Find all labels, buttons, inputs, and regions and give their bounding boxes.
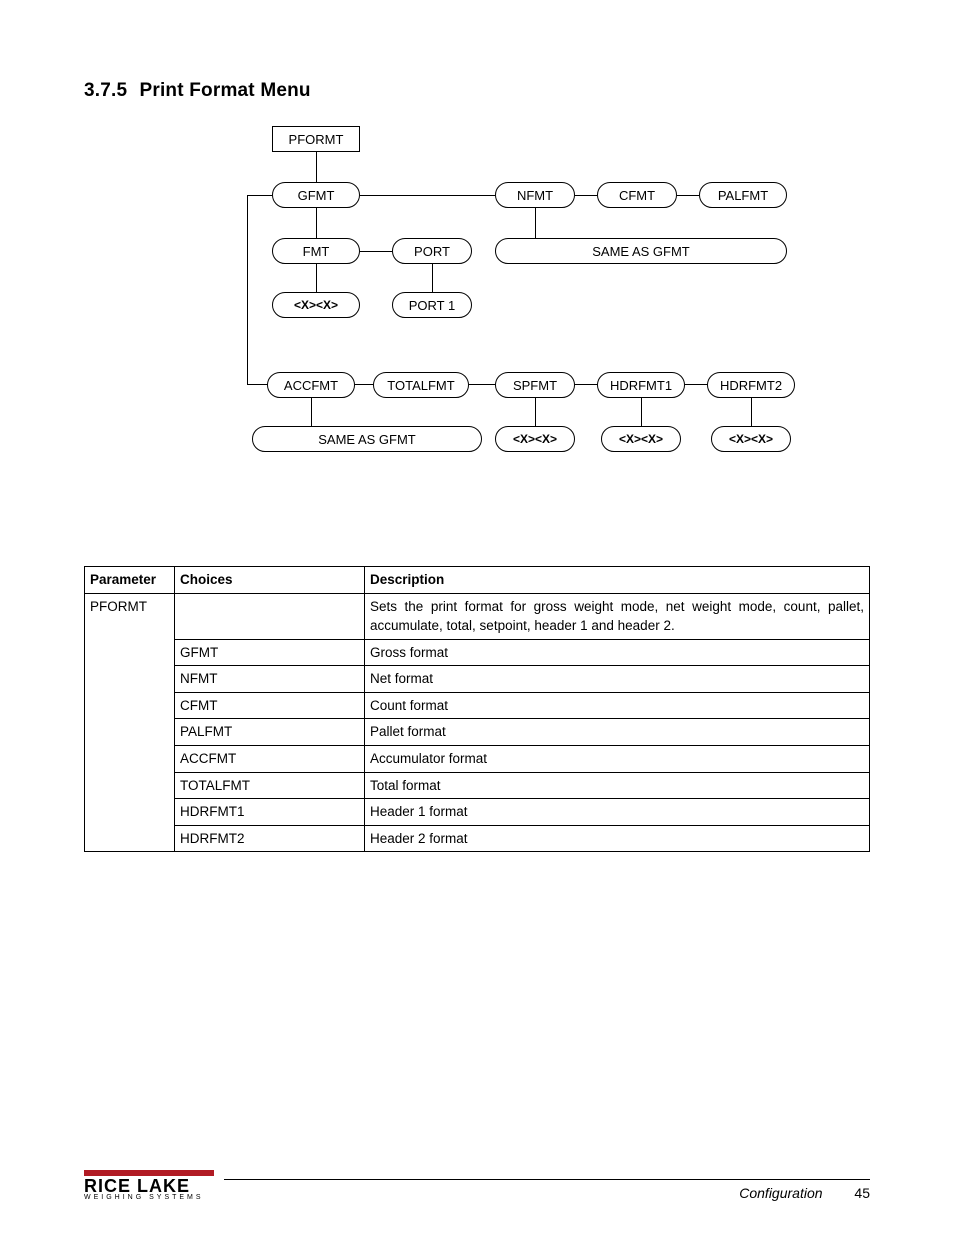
parameter-table: Parameter Choices Description PFORMT Set…: [84, 566, 870, 852]
cell-choices: PALFMT: [175, 719, 365, 746]
node-label: <X><X>: [513, 432, 557, 446]
cell-choices: NFMT: [175, 666, 365, 693]
cell-desc: Sets the print format for gross weight m…: [365, 593, 870, 639]
node-accfmt: ACCFMT: [267, 372, 355, 398]
node-gfmt: GFMT: [272, 182, 360, 208]
cell-desc: Header 2 format: [365, 825, 870, 852]
footer-page-number: 45: [854, 1185, 870, 1201]
cell-desc: Pallet format: [365, 719, 870, 746]
node-spfmt-leaf: <X><X>: [495, 426, 575, 452]
cell-choices: GFMT: [175, 639, 365, 666]
cell-choices: [175, 593, 365, 639]
node-label: PORT 1: [409, 298, 455, 313]
cell-desc: Gross format: [365, 639, 870, 666]
footer-section: Configuration: [739, 1185, 822, 1201]
node-label: GFMT: [298, 188, 335, 203]
node-spfmt: SPFMT: [495, 372, 575, 398]
cell-desc: Accumulator format: [365, 745, 870, 772]
node-label: HDRFMT1: [610, 378, 672, 393]
node-pformt: PFORMT: [272, 126, 360, 152]
node-label: SAME AS GFMT: [592, 244, 690, 259]
node-hdrfmt1-leaf: <X><X>: [601, 426, 681, 452]
footer-rule: [224, 1179, 870, 1180]
brand-name: RICE LAKE: [84, 1178, 204, 1194]
cell-desc: Net format: [365, 666, 870, 693]
cell-param: PFORMT: [85, 593, 175, 852]
footer-right: Configuration 45: [739, 1185, 870, 1201]
node-label: <X><X>: [619, 432, 663, 446]
node-label: SPFMT: [513, 378, 557, 393]
node-label: SAME AS GFMT: [318, 432, 416, 447]
parameter-table-wrap: Parameter Choices Description PFORMT Set…: [84, 566, 870, 852]
node-label: TOTALFMT: [387, 378, 454, 393]
menu-tree-diagram: PFORMT GFMT NFMT CFMT PALFMT FMT PORT: [157, 126, 797, 506]
node-totalfmt: TOTALFMT: [373, 372, 469, 398]
node-fmt: FMT: [272, 238, 360, 264]
cell-choices: TOTALFMT: [175, 772, 365, 799]
node-label: PORT: [414, 244, 450, 259]
brand-logo: RICE LAKE WEIGHING SYSTEMS: [84, 1178, 204, 1201]
table-row: TOTALFMT Total format: [85, 772, 870, 799]
cell-desc: Header 1 format: [365, 799, 870, 826]
node-label: ACCFMT: [284, 378, 338, 393]
cell-choices: HDRFMT2: [175, 825, 365, 852]
node-palfmt: PALFMT: [699, 182, 787, 208]
node-label: NFMT: [517, 188, 553, 203]
table-row: CFMT Count format: [85, 692, 870, 719]
node-same-as-gfmt-1: SAME AS GFMT: [495, 238, 787, 264]
cell-desc: Count format: [365, 692, 870, 719]
node-same-as-gfmt-2: SAME AS GFMT: [252, 426, 482, 452]
node-label: <X><X>: [294, 298, 338, 312]
th-choices: Choices: [175, 567, 365, 594]
section-number: 3.7.5: [84, 80, 134, 102]
section-heading: 3.7.5 Print Format Menu: [84, 80, 870, 102]
page-footer: RICE LAKE WEIGHING SYSTEMS Configuration…: [84, 1170, 870, 1201]
node-port-leaf: PORT 1: [392, 292, 472, 318]
brand-accent-bar: [84, 1170, 214, 1176]
brand-subtitle: WEIGHING SYSTEMS: [84, 1194, 204, 1201]
node-fmt-leaf: <X><X>: [272, 292, 360, 318]
th-parameter: Parameter: [85, 567, 175, 594]
node-hdrfmt2: HDRFMT2: [707, 372, 795, 398]
node-label: PALFMT: [718, 188, 768, 203]
node-nfmt: NFMT: [495, 182, 575, 208]
node-hdrfmt1: HDRFMT1: [597, 372, 685, 398]
table-row: HDRFMT1 Header 1 format: [85, 799, 870, 826]
section-title: Print Format Menu: [139, 80, 310, 101]
table-row: ACCFMT Accumulator format: [85, 745, 870, 772]
node-port: PORT: [392, 238, 472, 264]
th-description: Description: [365, 567, 870, 594]
node-label: HDRFMT2: [720, 378, 782, 393]
cell-choices: HDRFMT1: [175, 799, 365, 826]
node-cfmt: CFMT: [597, 182, 677, 208]
node-label: PFORMT: [289, 132, 344, 147]
cell-choices: CFMT: [175, 692, 365, 719]
table-row: PALFMT Pallet format: [85, 719, 870, 746]
table-row: GFMT Gross format: [85, 639, 870, 666]
cell-desc: Total format: [365, 772, 870, 799]
node-hdrfmt2-leaf: <X><X>: [711, 426, 791, 452]
cell-choices: ACCFMT: [175, 745, 365, 772]
node-label: <X><X>: [729, 432, 773, 446]
node-label: CFMT: [619, 188, 655, 203]
node-label: FMT: [303, 244, 330, 259]
table-row: NFMT Net format: [85, 666, 870, 693]
table-row: HDRFMT2 Header 2 format: [85, 825, 870, 852]
table-row: PFORMT Sets the print format for gross w…: [85, 593, 870, 639]
